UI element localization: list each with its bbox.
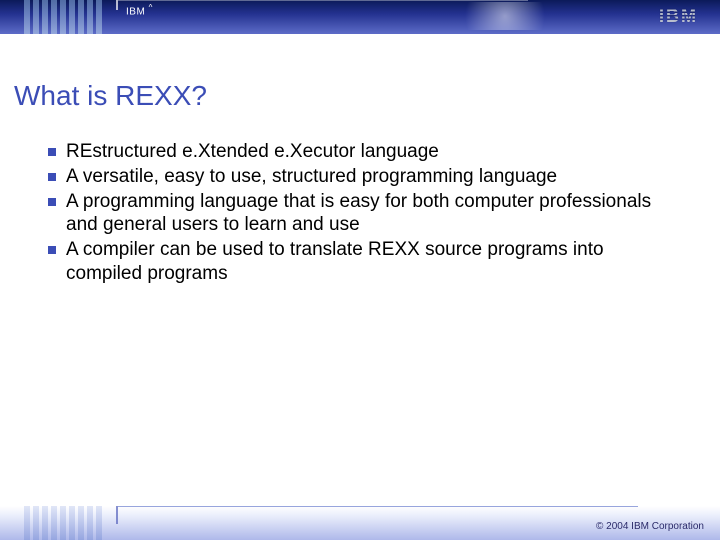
bullet-text: A versatile, easy to use, structured pro… — [66, 166, 557, 187]
header-glow — [450, 2, 560, 30]
footer-tick — [116, 506, 118, 524]
slide-title: What is REXX? — [14, 80, 207, 112]
list-item: REstructured e.Xtended e.Xecutor languag… — [48, 140, 680, 164]
list-item: A programming language that is easy for … — [48, 190, 680, 238]
bullet-text: REstructured e.Xtended e.Xecutor languag… — [66, 141, 439, 162]
copyright-text: © 2004 IBM Corporation — [596, 521, 704, 532]
header-decor-bars — [24, 0, 102, 34]
header-rule — [118, 0, 528, 1]
footer-bar: © 2004 IBM Corporation — [0, 506, 720, 540]
bullet-text: A programming language that is easy for … — [66, 191, 651, 236]
header-caret: ^ — [149, 3, 153, 12]
list-item: A versatile, easy to use, structured pro… — [48, 165, 680, 189]
header-bar: IBM ^ IBM — [0, 0, 720, 34]
footer-decor-bars — [24, 506, 102, 540]
footer-rule — [118, 506, 638, 507]
header-brand-text: IBM — [126, 6, 145, 17]
bullet-text: A compiler can be used to translate REXX… — [66, 239, 604, 284]
header-brand-label: IBM ^ — [126, 3, 153, 17]
slide: IBM ^ IBM What is REXX? REstructured e.X… — [0, 0, 720, 540]
header-tick — [116, 0, 118, 10]
list-item: A compiler can be used to translate REXX… — [48, 238, 680, 286]
bullet-list: REstructured e.Xtended e.Xecutor languag… — [48, 140, 680, 287]
ibm-logo: IBM — [659, 6, 698, 27]
